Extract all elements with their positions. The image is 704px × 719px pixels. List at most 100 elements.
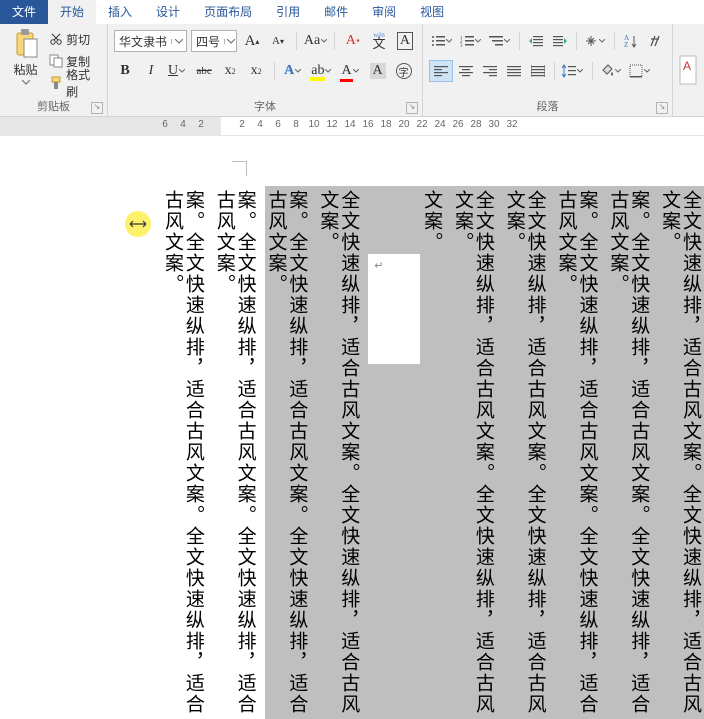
line-spacing-icon: [562, 64, 576, 78]
ribbon: 粘贴 剪切 复制 格式刷 剪贴板↘: [0, 24, 704, 117]
text-effects-button[interactable]: A: [282, 61, 305, 81]
group-font-label: 字体: [254, 101, 276, 113]
shading-button[interactable]: [598, 61, 625, 81]
asian-layout-icon: [584, 34, 598, 48]
enclosed-char-button[interactable]: 字: [393, 61, 415, 81]
superscript-button[interactable]: x2: [245, 61, 267, 81]
text-column: 文案。↵: [368, 190, 441, 719]
align-justify-button[interactable]: [503, 61, 525, 81]
cut-button[interactable]: 剪切: [49, 29, 101, 49]
bullets-icon: [431, 35, 445, 47]
chevron-down-icon: [224, 39, 236, 44]
clipboard-launcher[interactable]: ↘: [91, 102, 103, 114]
tab-view[interactable]: 视图: [408, 0, 456, 24]
borders-button[interactable]: [627, 61, 654, 81]
sort-icon: AZ: [624, 34, 638, 48]
tab-strip: 文件 开始 插入 设计 页面布局 引用 邮件 审阅 视图: [0, 0, 704, 24]
clear-format-button[interactable]: A⭑: [342, 31, 364, 51]
tab-review[interactable]: 审阅: [360, 0, 408, 24]
chevron-down-icon: [171, 39, 186, 44]
font-size-value: 四号: [192, 33, 224, 50]
copy-icon: [49, 54, 63, 68]
decrease-indent-button[interactable]: [525, 31, 547, 51]
show-marks-button[interactable]: [644, 31, 666, 51]
text-column: 全文快速纵排，适合古风文案。全文快速纵排，适合古风文案。: [658, 190, 700, 719]
format-painter-button[interactable]: 格式刷: [49, 73, 101, 93]
align-justify-icon: [507, 65, 521, 77]
sort-button[interactable]: AZ: [620, 31, 642, 51]
align-distributed-button[interactable]: [527, 61, 549, 81]
margin-indicator[interactable]: [125, 211, 151, 237]
shrink-font-button[interactable]: A▾: [267, 31, 289, 51]
paragraph-launcher[interactable]: ↘: [656, 102, 668, 114]
align-center-icon: [459, 65, 473, 77]
font-launcher[interactable]: ↘: [406, 102, 418, 114]
asian-layout-button[interactable]: [582, 31, 609, 51]
font-color-button[interactable]: A: [339, 61, 362, 81]
text-column: 案。全文快速纵排，适合古风文案。全文快速纵排，适合古风文案。: [555, 190, 597, 719]
change-case-button[interactable]: Aa: [304, 31, 327, 51]
paste-button[interactable]: 粘贴: [6, 27, 45, 93]
line-spacing-button[interactable]: [560, 61, 587, 81]
highlight-button[interactable]: ab: [309, 61, 335, 81]
margin-arrow-icon: [129, 219, 147, 229]
svg-text:Z: Z: [624, 41, 628, 48]
text-column: 全文快速纵排，适合古风文案。全文快速纵排，适合古风文案。: [316, 190, 358, 719]
text-column: 全文快速纵排，适合古风文案。全文快速纵排，适合古风文案。: [503, 190, 545, 719]
numbering-icon: 123: [460, 35, 474, 47]
styles-icon[interactable]: A: [678, 50, 698, 90]
format-painter-label: 格式刷: [66, 66, 101, 100]
indent-icon: [553, 35, 567, 47]
tab-layout[interactable]: 页面布局: [192, 0, 264, 24]
strike-button[interactable]: abc: [193, 61, 215, 81]
group-font: 华文隶书 四号 A▴ A▾ Aa A⭑ wén文 A B I U: [108, 24, 423, 116]
tab-design[interactable]: 设计: [144, 0, 192, 24]
align-center-button[interactable]: [455, 61, 477, 81]
document-selection[interactable]: 全文快速纵排，适合古风文案。全文快速纵排，适合古风文案。案。全文快速纵排，适合古…: [265, 186, 704, 719]
align-right-icon: [483, 65, 497, 77]
horizontal-ruler[interactable]: 642 2468101214161820222426283032: [0, 117, 704, 136]
subscript-button[interactable]: x2: [219, 61, 241, 81]
align-left-icon: [434, 65, 448, 77]
multilevel-icon: [489, 35, 503, 47]
tab-mail[interactable]: 邮件: [312, 0, 360, 24]
font-name-combo[interactable]: 华文隶书: [114, 30, 187, 52]
char-border-button[interactable]: A: [394, 31, 416, 51]
group-clipboard-label: 剪贴板: [37, 101, 70, 113]
bold-button[interactable]: B: [114, 61, 136, 81]
multilevel-button[interactable]: [487, 31, 514, 51]
tab-file[interactable]: 文件: [0, 0, 48, 24]
underline-button[interactable]: U: [166, 61, 189, 81]
text-column: 全文快速纵排，适合古风文案。全文快速纵排，适合古风文案。: [451, 190, 493, 719]
cut-label: 剪切: [66, 31, 90, 48]
char-shading-button[interactable]: A: [367, 61, 389, 81]
bullets-button[interactable]: [429, 31, 456, 51]
text-cursor-area[interactable]: ↵: [368, 254, 420, 364]
scissors-icon: [49, 32, 63, 46]
align-left-button[interactable]: [429, 60, 453, 82]
text-column: 案。全文快速纵排，适合古风文案。全文快速纵排，适合古风文案。: [161, 190, 203, 719]
numbering-button[interactable]: 123: [458, 31, 485, 51]
chevron-down-icon: [22, 80, 30, 85]
page-corner-mark: [232, 161, 247, 176]
bucket-icon: [600, 64, 614, 78]
svg-text:A: A: [683, 59, 691, 73]
tab-references[interactable]: 引用: [264, 0, 312, 24]
text-column: 案。全文快速纵排，适合古风文案。全文快速纵排，适合古风文案。: [213, 190, 255, 719]
italic-button[interactable]: I: [140, 61, 162, 81]
page-area[interactable]: 全文快速纵排，适合古风文案。全文快速纵排，适合古风文案。案。全文快速纵排，适合古…: [155, 136, 704, 719]
font-size-combo[interactable]: 四号: [191, 30, 237, 52]
align-right-button[interactable]: [479, 61, 501, 81]
tab-home[interactable]: 开始: [48, 0, 96, 24]
group-paragraph: 123 AZ: [423, 24, 673, 116]
group-clipboard: 粘贴 剪切 复制 格式刷 剪贴板↘: [0, 24, 108, 116]
brush-icon: [49, 76, 63, 90]
text-column: 案。全文快速纵排，适合古风文案。全文快速纵排，适合古风文案。: [606, 190, 648, 719]
grow-font-button[interactable]: A▴: [241, 31, 263, 51]
ribbon-overflow: A: [673, 24, 704, 116]
phonetic-guide-button[interactable]: wén文: [368, 31, 390, 51]
increase-indent-button[interactable]: [549, 31, 571, 51]
font-name-value: 华文隶书: [115, 33, 171, 50]
group-paragraph-label: 段落: [536, 101, 558, 113]
tab-insert[interactable]: 插入: [96, 0, 144, 24]
